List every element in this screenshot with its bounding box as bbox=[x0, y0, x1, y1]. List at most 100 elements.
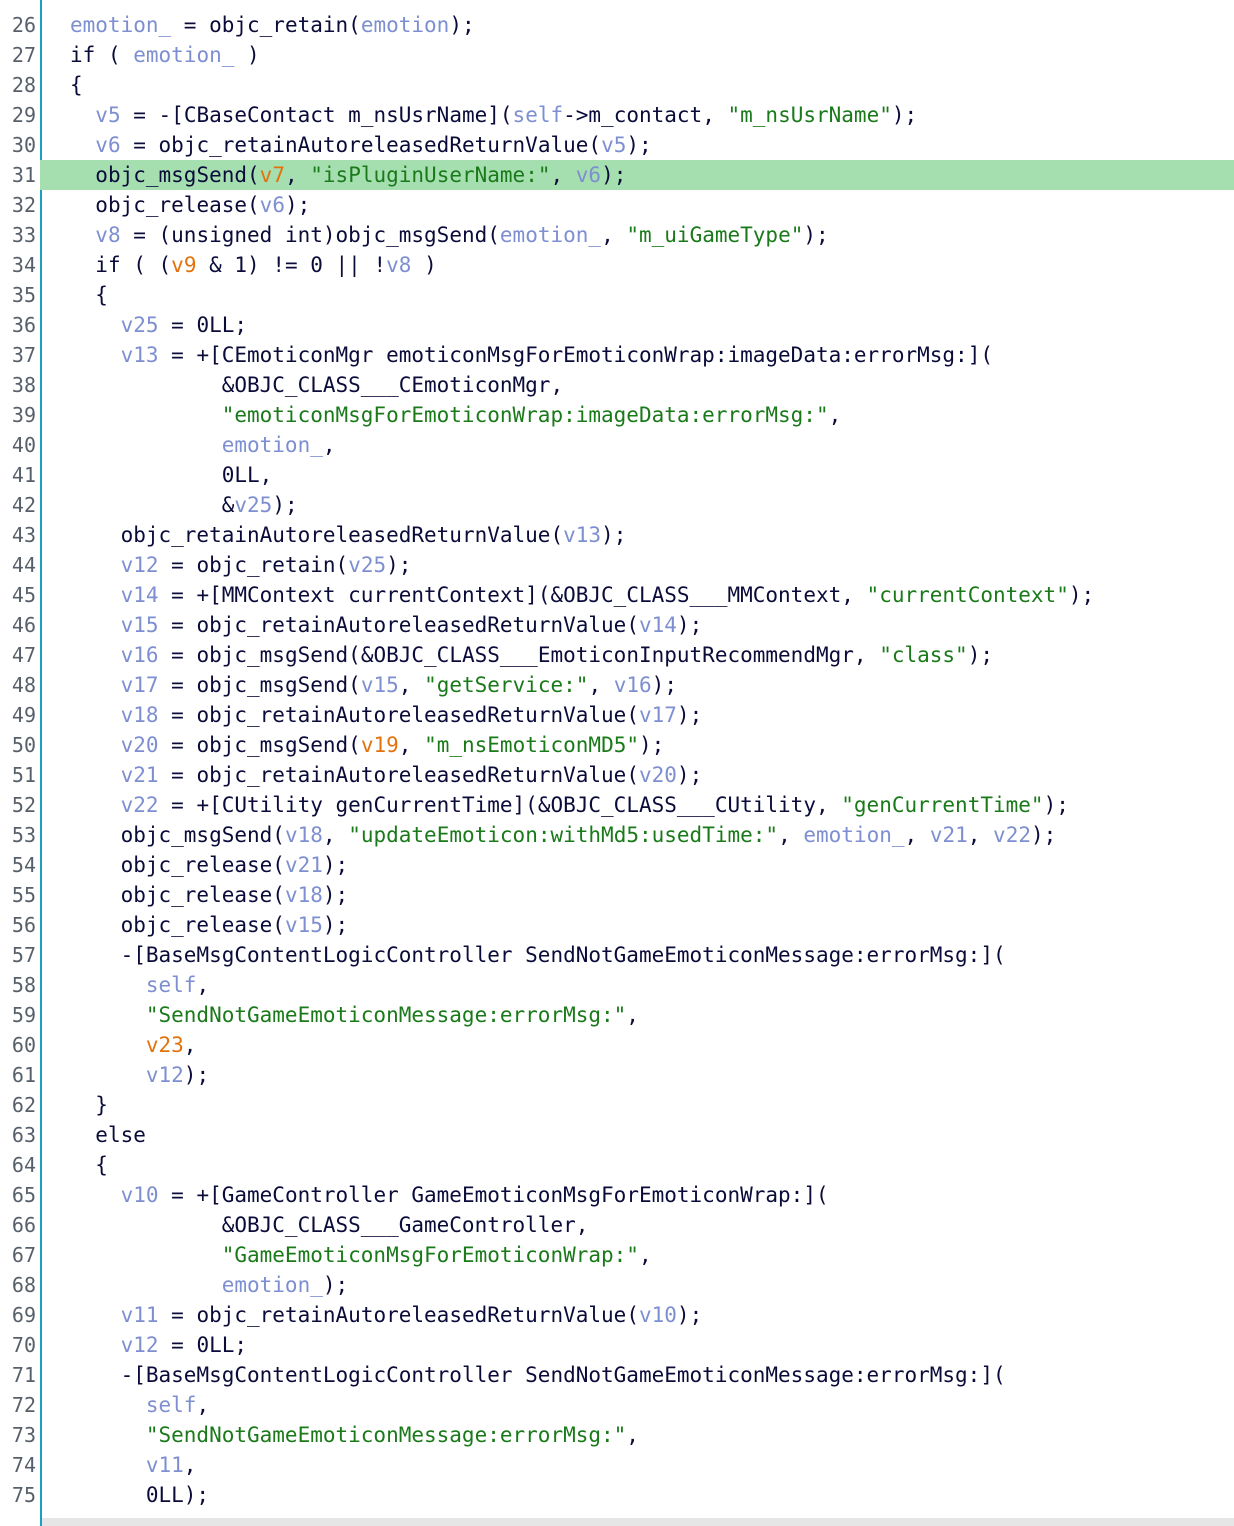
code-line[interactable]: 32 objc_release(v6); bbox=[0, 190, 1234, 220]
line-code: emotion_); bbox=[70, 1270, 348, 1300]
variable-token: v6 bbox=[259, 193, 285, 217]
function-token: objc_release bbox=[95, 193, 248, 217]
code-line[interactable]: 50 v20 = objc_msgSend(v19, "m_nsEmoticon… bbox=[0, 730, 1234, 760]
code-line[interactable]: 40 emotion_, bbox=[0, 430, 1234, 460]
highlighted-code-line[interactable]: 31 objc_msgSend(v7, "isPluginUserName:",… bbox=[0, 160, 1234, 190]
punctuation-token: -[ bbox=[120, 1363, 146, 1387]
variable-token: v12 bbox=[145, 1063, 184, 1087]
variable-token: v6 bbox=[95, 133, 121, 157]
function-token: CEmoticonMgr emoticonMsgForEmoticonWrap:… bbox=[221, 343, 968, 367]
function-token: objc_msgSend bbox=[196, 733, 349, 757]
code-line[interactable]: 57 -[BaseMsgContentLogicController SendN… bbox=[0, 940, 1234, 970]
punctuation-token: } bbox=[95, 1093, 108, 1117]
variable-token: v13 bbox=[563, 523, 602, 547]
punctuation-token: = 0LL; bbox=[158, 1333, 248, 1357]
code-line[interactable]: 66 &OBJC_CLASS___GameController, bbox=[0, 1210, 1234, 1240]
code-line[interactable]: 58 self, bbox=[0, 970, 1234, 1000]
code-line[interactable]: 34 if ( (v9 & 1) != 0 || !v8 ) bbox=[0, 250, 1234, 280]
line-code: 0LL, bbox=[70, 460, 273, 490]
code-line[interactable]: 56 objc_release(v15); bbox=[0, 910, 1234, 940]
code-line[interactable]: 28 { bbox=[0, 70, 1234, 100]
line-code: &v25); bbox=[70, 490, 298, 520]
code-line[interactable]: 36 v25 = 0LL; bbox=[0, 310, 1234, 340]
function-token: objc_retain bbox=[196, 553, 336, 577]
code-line[interactable]: 60 v23, bbox=[0, 1030, 1234, 1060]
variable-token: v16 bbox=[120, 643, 159, 667]
code-line[interactable]: 72 self, bbox=[0, 1390, 1234, 1420]
line-code: "SendNotGameEmoticonMessage:errorMsg:", bbox=[70, 1420, 639, 1450]
code-line[interactable]: 48 v17 = objc_msgSend(v15, "getService:"… bbox=[0, 670, 1234, 700]
code-line[interactable]: 59 "SendNotGameEmoticonMessage:errorMsg:… bbox=[0, 1000, 1234, 1030]
code-line[interactable]: 69 v11 = objc_retainAutoreleasedReturnVa… bbox=[0, 1300, 1234, 1330]
punctuation-token: & 1) != 0 || ! bbox=[196, 253, 387, 277]
line-number: 39 bbox=[11, 403, 36, 427]
code-line[interactable]: 62 } bbox=[0, 1090, 1234, 1120]
punctuation-token: = +[ bbox=[158, 793, 222, 817]
string-token: "m_nsUsrName" bbox=[727, 103, 892, 127]
line-number: 51 bbox=[11, 763, 36, 787]
function-token: CBaseContact m_nsUsrName bbox=[183, 103, 488, 127]
function-token: objc_msgSend bbox=[120, 823, 273, 847]
code-line[interactable]: 67 "GameEmoticonMsgForEmoticonWrap:", bbox=[0, 1240, 1234, 1270]
line-code: if ( emotion_ ) bbox=[70, 40, 260, 70]
code-line[interactable]: 55 objc_release(v18); bbox=[0, 880, 1234, 910]
line-number: 37 bbox=[11, 343, 36, 367]
code-lines[interactable]: 26 emotion_ = objc_retain(emotion); 27 if (… bbox=[0, 10, 1234, 1510]
code-line[interactable]: 75 0LL); bbox=[0, 1480, 1234, 1510]
punctuation-token: = bbox=[158, 1303, 197, 1327]
code-line[interactable]: 63 else bbox=[0, 1120, 1234, 1150]
function-token: objc_release bbox=[120, 853, 273, 877]
code-line[interactable]: 37 v13 = +[CEmoticonMgr emoticonMsgForEm… bbox=[0, 340, 1234, 370]
punctuation-token: &OBJC_CLASS___GameController, bbox=[221, 1213, 589, 1237]
punctuation-token: = bbox=[158, 763, 197, 787]
punctuation-token: ( bbox=[626, 763, 639, 787]
punctuation-token: 0LL, bbox=[221, 463, 273, 487]
code-line[interactable]: 47 v16 = objc_msgSend(&OBJC_CLASS___Emot… bbox=[0, 640, 1234, 670]
code-line[interactable]: 65 v10 = +[GameController GameEmoticonMs… bbox=[0, 1180, 1234, 1210]
code-line[interactable]: 51 v21 = objc_retainAutoreleasedReturnVa… bbox=[0, 760, 1234, 790]
function-token: objc_retain bbox=[209, 13, 349, 37]
code-line[interactable]: 74 v11, bbox=[0, 1450, 1234, 1480]
punctuation-token: ); bbox=[386, 553, 412, 577]
code-line[interactable]: 43 objc_retainAutoreleasedReturnValue(v1… bbox=[0, 520, 1234, 550]
line-number: 60 bbox=[11, 1033, 36, 1057]
code-line[interactable]: 52 v22 = +[CUtility genCurrentTime](&OBJ… bbox=[0, 790, 1234, 820]
variable-token: v17 bbox=[638, 703, 677, 727]
code-line[interactable]: 46 v15 = objc_retainAutoreleasedReturnVa… bbox=[0, 610, 1234, 640]
punctuation-token: ]( bbox=[980, 1363, 1006, 1387]
code-line[interactable]: 29 v5 = -[CBaseContact m_nsUsrName](self… bbox=[0, 100, 1234, 130]
horizontal-scrollbar[interactable] bbox=[42, 1518, 1234, 1526]
pseudocode-view[interactable]: 26 emotion_ = objc_retain(emotion); 27 if (… bbox=[0, 0, 1234, 1526]
code-line[interactable]: 42 &v25); bbox=[0, 490, 1234, 520]
code-line[interactable]: 54 objc_release(v21); bbox=[0, 850, 1234, 880]
code-line[interactable]: 33 v8 = (unsigned int)objc_msgSend(emoti… bbox=[0, 220, 1234, 250]
code-line[interactable]: 35 { bbox=[0, 280, 1234, 310]
code-line[interactable]: 64 { bbox=[0, 1150, 1234, 1180]
code-line[interactable]: 71 -[BaseMsgContentLogicController SendN… bbox=[0, 1360, 1234, 1390]
punctuation-token: ]( bbox=[487, 103, 513, 127]
code-line[interactable]: 49 v18 = objc_retainAutoreleasedReturnVa… bbox=[0, 700, 1234, 730]
code-line[interactable]: 68 emotion_); bbox=[0, 1270, 1234, 1300]
punctuation-token: = bbox=[158, 703, 197, 727]
code-line[interactable]: 53 objc_msgSend(v18, "updateEmoticon:wit… bbox=[0, 820, 1234, 850]
code-line[interactable]: 44 v12 = objc_retain(v25); bbox=[0, 550, 1234, 580]
punctuation-token: ->m_contact, bbox=[563, 103, 728, 127]
code-line[interactable]: 41 0LL, bbox=[0, 460, 1234, 490]
punctuation-token: = bbox=[171, 13, 210, 37]
code-line[interactable]: 27 if ( emotion_ ) bbox=[0, 40, 1234, 70]
code-line[interactable]: 70 v12 = 0LL; bbox=[0, 1330, 1234, 1360]
code-line[interactable]: 39 "emoticonMsgForEmoticonWrap:imageData… bbox=[0, 400, 1234, 430]
code-line[interactable]: 38 &OBJC_CLASS___CEmoticonMgr, bbox=[0, 370, 1234, 400]
code-line[interactable]: 61 v12); bbox=[0, 1060, 1234, 1090]
punctuation-token: , bbox=[196, 1393, 210, 1417]
code-line[interactable]: 45 v14 = +[MMContext currentContext](&OB… bbox=[0, 580, 1234, 610]
line-number: 74 bbox=[11, 1453, 36, 1477]
line-code: objc_retainAutoreleasedReturnValue(v13); bbox=[70, 520, 627, 550]
code-line[interactable]: 30 v6 = objc_retainAutoreleasedReturnVal… bbox=[0, 130, 1234, 160]
line-code: -[BaseMsgContentLogicController SendNotG… bbox=[70, 940, 1006, 970]
code-line[interactable]: 26 emotion_ = objc_retain(emotion); bbox=[0, 10, 1234, 40]
punctuation-token: ); bbox=[676, 1303, 703, 1327]
code-line[interactable]: 73 "SendNotGameEmoticonMessage:errorMsg:… bbox=[0, 1420, 1234, 1450]
line-number: 75 bbox=[11, 1483, 36, 1507]
punctuation-token: , bbox=[550, 163, 576, 187]
